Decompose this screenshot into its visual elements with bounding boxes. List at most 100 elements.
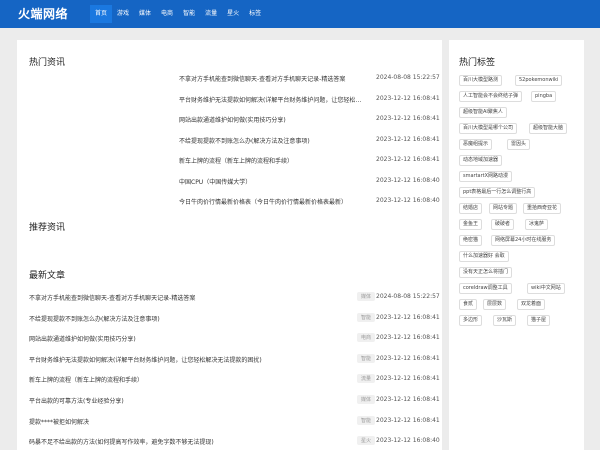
tag-link[interactable]: 没有天正怎么将插门	[459, 267, 513, 278]
hot-news-title[interactable]: 网站出款通道维护如何做(实用技巧分享)	[179, 115, 374, 124]
tag-link[interactable]: 食贰	[459, 299, 478, 310]
latest-title[interactable]: 不给提现提款不到账怎么办(解决方法及注意事项)	[29, 314, 339, 323]
latest-date: 2023-12-12 16:08:41	[376, 354, 440, 362]
tag-link[interactable]: 什么加速器好 会取	[459, 251, 509, 262]
nav-item-game[interactable]: 游戏	[112, 5, 134, 23]
tag-link[interactable]: 层层数	[483, 299, 507, 310]
main-nav: 首页 游戏 媒体 电商 智能 流量 星火 标签	[90, 5, 266, 23]
category-badge[interactable]: 媒体	[357, 394, 376, 404]
hot-news-title[interactable]: 平台财务维护无法提款如何解决(详解平台财务维护问题，让您轻松…	[179, 95, 374, 104]
tag-link[interactable]: wiki中文网站	[527, 283, 565, 294]
hot-news-title[interactable]: 今日牛肉价行情最新价格表（今日牛肉价行情最新价格表最新）	[179, 197, 374, 206]
site-logo[interactable]: 火端网络	[18, 5, 68, 22]
list-item[interactable]: 不拿对方手机能查到微信聊天-查看对方手机聊天记录-精选答案 2024-08-08 …	[17, 72, 442, 93]
hot-news-date: 2023-12-12 16:08:41	[376, 94, 440, 102]
list-item[interactable]: 今日牛肉价行情最新价格表（今日牛肉价行情最新价格表最新） 2023-12-12 1…	[17, 195, 442, 216]
tag-link[interactable]: 人工智能会不会终结子弹	[459, 91, 523, 102]
hot-news-list: 不拿对方手机能查到微信聊天-查看对方手机聊天记录-精选答案 2024-08-08 …	[17, 72, 442, 216]
latest-date: 2023-12-12 16:08:41	[376, 395, 440, 403]
tag-link[interactable]: 重拾西奇亚花	[523, 203, 562, 214]
tag-link[interactable]: 冰鬼萨	[525, 219, 549, 230]
list-item[interactable]: 平台财务维护无法提款如何解决(详解平台财务维护问题，让您轻松解决无法提款的困扰)…	[17, 353, 442, 374]
top-navbar: 火端网络 首页 游戏 媒体 电商 智能 流量 星火 标签	[0, 0, 600, 28]
tag-link[interactable]: 恶魔组提示	[459, 139, 493, 150]
latest-date: 2024-08-08 15:22:57	[376, 293, 440, 300]
hot-news-title[interactable]: 新车上牌的流程（新车上牌的流程和手续）	[179, 156, 374, 165]
latest-date: 2023-12-12 16:08:41	[376, 334, 440, 342]
tag-link[interactable]: 破破者	[491, 219, 515, 230]
list-item[interactable]: 新车上牌的流程（新车上牌的流程和手续） 2023-12-12 16:08:41	[17, 154, 442, 175]
hot-news-date: 2023-12-12 16:08:41	[376, 156, 440, 163]
list-item[interactable]: 网站出款通道维护如何做(实用技巧分享) 电商 2023-12-12 16:08:41	[17, 332, 442, 353]
tag-link[interactable]: 雷因头	[507, 139, 531, 150]
latest-date: 2023-12-12 16:08:41	[376, 416, 440, 424]
sidebar: 热门标签 百川大模型路测 52pokemonwiki 人工智能会不会终结子弹 p…	[449, 40, 584, 450]
tag-link[interactable]: 猫子屋	[527, 315, 551, 326]
hot-news-date: 2023-12-12 16:08:41	[376, 135, 440, 143]
latest-title[interactable]: 平台出款的可靠方法(专业经验分享)	[29, 396, 339, 405]
tag-link[interactable]: 沙瓦斯	[493, 315, 517, 326]
tag-link[interactable]: 超级智能大脑	[529, 123, 568, 134]
category-badge[interactable]: 电商	[357, 333, 376, 343]
list-item[interactable]: 不给提现提款不到账怎么办(解决方法及注意事项) 2023-12-12 16:08:…	[17, 134, 442, 155]
tag-link[interactable]: smartartX网路动漫	[459, 171, 513, 182]
category-badge[interactable]: 星火	[357, 436, 376, 446]
tag-link[interactable]: 百川大模型是哪个公司	[459, 123, 518, 134]
category-badge[interactable]: 智能	[357, 353, 376, 363]
tag-link[interactable]: 百川大模型路测	[459, 75, 503, 86]
list-item[interactable]: 网站出款通道维护如何做(实用技巧分享) 2023-12-12 16:08:41	[17, 113, 442, 134]
latest-title[interactable]: 平台财务维护无法提款如何解决(详解平台财务维护问题，让您轻松解决无法提款的困扰)	[29, 355, 339, 364]
latest-title[interactable]: 码暴不足不给出款的方法(如何提高写作效率，避免字数不够无法提现)	[29, 437, 339, 446]
tag-link[interactable]: 结婚店	[459, 203, 483, 214]
hot-news-date: 2023-12-12 16:08:41	[376, 115, 440, 122]
latest-title[interactable]: 提款****被拒如何解决	[29, 417, 339, 426]
nav-item-traffic[interactable]: 流量	[200, 5, 222, 23]
nav-item-ecommerce[interactable]: 电商	[156, 5, 178, 23]
category-badge[interactable]: 流量	[357, 374, 376, 384]
recommend-heading: 推荐资讯	[29, 223, 66, 233]
tag-link[interactable]: ppt表格最后一行怎么调整行高	[459, 187, 536, 198]
hot-news-heading: 热门资讯	[29, 58, 66, 68]
tag-link[interactable]: 动态地域加速器	[459, 155, 503, 166]
hot-news-date: 2024-08-08 15:22:57	[376, 74, 440, 81]
category-badge[interactable]: 智能	[357, 312, 376, 322]
latest-date: 2023-12-12 16:08:41	[376, 375, 440, 383]
main-content: 热门资讯 不拿对方手机能查到微信聊天-查看对方手机聊天记录-精选答案 2024-0…	[17, 40, 442, 450]
list-item[interactable]: 中国CPU（中国传媒大学） 2023-12-12 16:08:40	[17, 175, 442, 196]
tag-link[interactable]: 52pokemonwiki	[515, 75, 563, 86]
hot-news-date: 2023-12-12 16:08:40	[376, 197, 440, 204]
hot-news-title[interactable]: 中国CPU（中国传媒大学）	[179, 177, 374, 186]
list-item[interactable]: 提款****被拒如何解决 智能 2023-12-12 16:08:41	[17, 415, 442, 436]
hot-news-title[interactable]: 不拿对方手机能查到微信聊天-查看对方手机聊天记录-精选答案	[179, 74, 374, 83]
tag-link[interactable]: 网络屏幕24小时在线服务	[491, 235, 556, 246]
tag-link[interactable]: 网站专题	[489, 203, 518, 214]
nav-item-home[interactable]: 首页	[90, 5, 113, 23]
tag-link[interactable]: 金鱼王	[459, 219, 483, 230]
list-item[interactable]: 平台出款的可靠方法(专业经验分享) 媒体 2023-12-12 16:08:41	[17, 394, 442, 415]
hot-news-title[interactable]: 不给提现提款不到账怎么办(解决方法及注意事项)	[179, 136, 374, 145]
category-badge[interactable]: 媒体	[357, 292, 376, 301]
latest-title[interactable]: 网站出款通道维护如何做(实用技巧分享)	[29, 334, 339, 343]
list-item[interactable]: 新车上牌的流程（新车上牌的流程和手续） 流量 2023-12-12 16:08:41	[17, 373, 442, 394]
tag-link[interactable]: coreldraw调整工具	[459, 283, 512, 294]
nav-item-media[interactable]: 媒体	[134, 5, 156, 23]
latest-list: 不拿对方手机能查到微信聊天-查看对方手机聊天记录-精选答案 媒体 2024-08-0…	[17, 291, 442, 450]
hot-news-date: 2023-12-12 16:08:40	[376, 176, 440, 184]
tag-link[interactable]: 双龙着面	[517, 299, 546, 310]
tag-link[interactable]: 绝密猫	[459, 235, 483, 246]
list-item[interactable]: 不拿对方手机能查到微信聊天-查看对方手机聊天记录-精选答案 媒体 2024-08-0…	[17, 291, 442, 312]
tag-link[interactable]: 超级智能AI聚焦人	[459, 107, 507, 118]
hot-tags-heading: 热门标签	[459, 58, 496, 68]
list-item[interactable]: 不给提现提款不到账怎么办(解决方法及注意事项) 智能 2023-12-12 16:0…	[17, 312, 442, 333]
tag-link[interactable]: 多边形	[459, 315, 483, 326]
nav-item-ai[interactable]: 智能	[178, 5, 200, 23]
latest-date: 2023-12-12 16:08:41	[376, 313, 440, 321]
latest-title[interactable]: 不拿对方手机能查到微信聊天-查看对方手机聊天记录-精选答案	[29, 293, 339, 302]
category-badge[interactable]: 智能	[357, 415, 376, 425]
list-item[interactable]: 码暴不足不给出款的方法(如何提高写作效率，避免字数不够无法提现) 星火 2023-1…	[17, 435, 442, 450]
nav-item-tags[interactable]: 标签	[244, 5, 266, 23]
latest-title[interactable]: 新车上牌的流程（新车上牌的流程和手续）	[29, 375, 339, 384]
list-item[interactable]: 平台财务维护无法提款如何解决(详解平台财务维护问题，让您轻松… 2023-12-1…	[17, 93, 442, 114]
nav-item-spark[interactable]: 星火	[222, 5, 244, 23]
tag-link[interactable]: pingba	[531, 91, 557, 102]
